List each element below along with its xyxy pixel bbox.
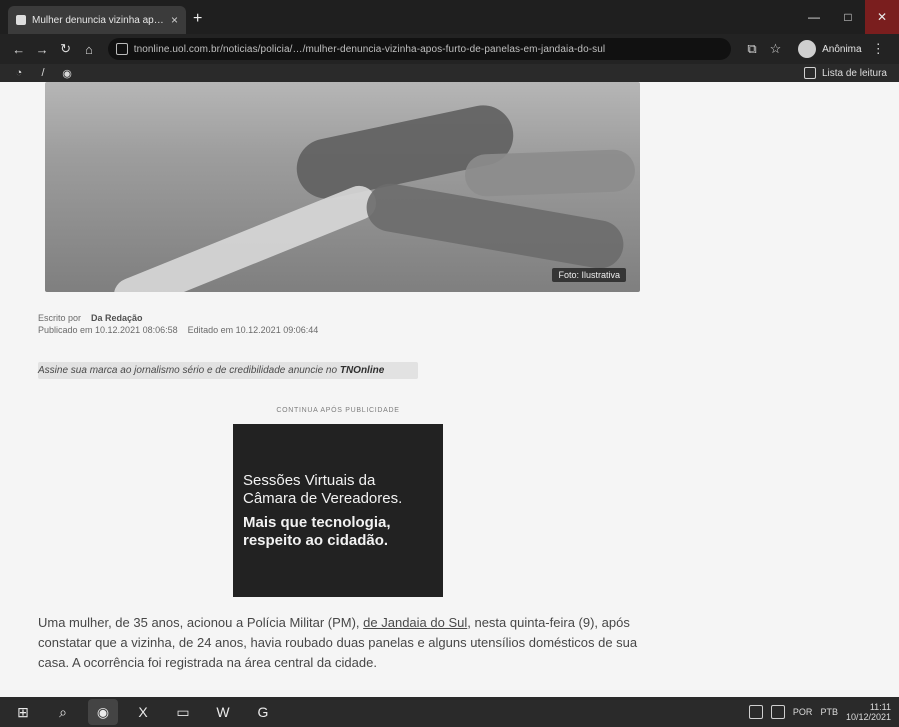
hero-shape-4 [464, 149, 636, 197]
dates: Publicado em 10.12.2021 08:06:58 Editado… [38, 324, 638, 336]
reading-list-button[interactable]: Lista de leitura [803, 67, 887, 79]
ad-line-3: Mais que tecnologia, [243, 514, 391, 531]
search-icon[interactable]: ⌕ [48, 699, 78, 725]
profile-button[interactable]: Anônima [798, 40, 862, 58]
browser-tabstrip: Mulher denuncia vizinha após fu × + — □ … [0, 0, 899, 35]
menu-icon[interactable]: ⋮ [868, 38, 889, 60]
promo-link[interactable]: TNOnline [340, 365, 384, 376]
tab-close-button[interactable]: × [171, 13, 178, 27]
close-window-button[interactable]: ✕ [865, 0, 899, 34]
window-controls: — □ ✕ [797, 0, 899, 34]
page-content: Foto: Ilustrativa Escrito por Da Redação… [0, 82, 899, 697]
tab-favicon [16, 15, 26, 25]
paragraph-link[interactable]: de Jandaia do Sul [363, 615, 467, 630]
minimize-button[interactable]: — [797, 0, 831, 34]
volume-icon[interactable] [770, 705, 785, 719]
file-explorer-icon[interactable]: ▭ [168, 699, 198, 725]
lock-icon [115, 43, 128, 55]
byline: Escrito por Da Redação [38, 312, 638, 324]
screen: Mulher denuncia vizinha após fu × + — □ … [0, 0, 899, 727]
promo-banner[interactable]: Assine sua marca ao jornalismo sério e d… [38, 362, 418, 379]
ad-line-2: Câmara de Vereadores. [243, 490, 403, 507]
forward-icon[interactable]: → [31, 38, 52, 60]
reload-icon[interactable]: ↻ [55, 38, 76, 60]
system-tray: POR PTB 11:11 10/12/2021 [748, 702, 891, 722]
back-icon[interactable]: ← [8, 38, 29, 60]
browser-toolbar: ← → ↻ ⌂ tnonline.uol.com.br/noticias/pol… [0, 34, 899, 64]
home-icon[interactable]: ⌂ [78, 38, 99, 60]
clock[interactable]: 11:11 10/12/2021 [846, 702, 891, 722]
chrome-icon[interactable]: ◉ [88, 699, 118, 725]
byline-prefix: Escrito por [38, 313, 82, 323]
paragraph-text-1: Uma mulher, de 35 anos, acionou a Políci… [38, 615, 360, 630]
url-domain: tnonline.uol.com.br [133, 43, 221, 55]
word-icon[interactable]: W [208, 699, 238, 725]
byline-name: Da Redação [91, 313, 143, 323]
maximize-button[interactable]: □ [831, 0, 865, 34]
apps-icon[interactable]: ◔ [12, 66, 26, 80]
article-paragraph-1: Uma mulher, de 35 anos, acionou a Políci… [38, 613, 638, 673]
advertisement[interactable]: Sessões Virtuais da Câmara de Vereadores… [233, 424, 443, 597]
article-meta: Escrito por Da Redação Publicado em 10.1… [38, 312, 638, 336]
profile-name: Anônima [822, 43, 862, 55]
tab-active[interactable]: Mulher denuncia vizinha após fu × [8, 6, 186, 34]
keyboard-layout[interactable]: PTB [820, 707, 838, 717]
google-icon[interactable]: G [248, 699, 278, 725]
article-hero-image: Foto: Ilustrativa [45, 82, 640, 292]
bookmarks-bar: ◔ / ◉ Lista de leitura [0, 64, 899, 82]
published-date: Publicado em 10.12.2021 08:06:58 [38, 325, 178, 335]
taskbar: ⊞ ⌕ ◉ X ▭ W G POR PTB 11:11 10/12/2021 [0, 697, 899, 727]
address-bar[interactable]: tnonline.uol.com.br/noticias/policia/…/m… [107, 38, 732, 60]
ad-line-1: Sessões Virtuais da [243, 472, 376, 489]
divider-icon: / [41, 67, 45, 79]
network-icon[interactable] [748, 705, 763, 719]
hero-shape-2 [108, 180, 382, 292]
profile-avatar [798, 40, 817, 58]
extensions-icon[interactable]: ⧉ [741, 38, 762, 60]
reading-list-label: Lista de leitura [821, 67, 887, 79]
url-path: /noticias/policia/…/mulher-denuncia-vizi… [220, 43, 606, 55]
clock-time: 11:11 [869, 702, 891, 712]
new-tab-button[interactable]: + [193, 10, 202, 28]
image-caption: Foto: Ilustrativa [552, 268, 626, 282]
windows-icon[interactable]: ⊞ [8, 699, 38, 725]
reading-list-icon [803, 67, 816, 79]
updated-date: Editado em 10.12.2021 09:06:44 [187, 325, 319, 335]
excel-icon[interactable]: X [128, 699, 158, 725]
clock-date: 10/12/2021 [845, 712, 891, 722]
ad-label: CONTINUA APÓS PUBLICIDADE [276, 407, 400, 414]
ad-line-4: respeito ao cidadão. [243, 532, 389, 549]
tab-title: Mulher denuncia vizinha após fu [32, 14, 165, 26]
bookmark-icon[interactable]: ◉ [60, 66, 74, 80]
input-language[interactable]: POR [793, 707, 813, 717]
article: Foto: Ilustrativa Escrito por Da Redação… [38, 82, 640, 673]
url-text: tnonline.uol.com.br/noticias/policia/…/m… [134, 44, 606, 55]
bookmark-star-icon[interactable]: ☆ [765, 38, 786, 60]
promo-text: Assine sua marca ao jornalismo sério e d… [38, 365, 338, 376]
